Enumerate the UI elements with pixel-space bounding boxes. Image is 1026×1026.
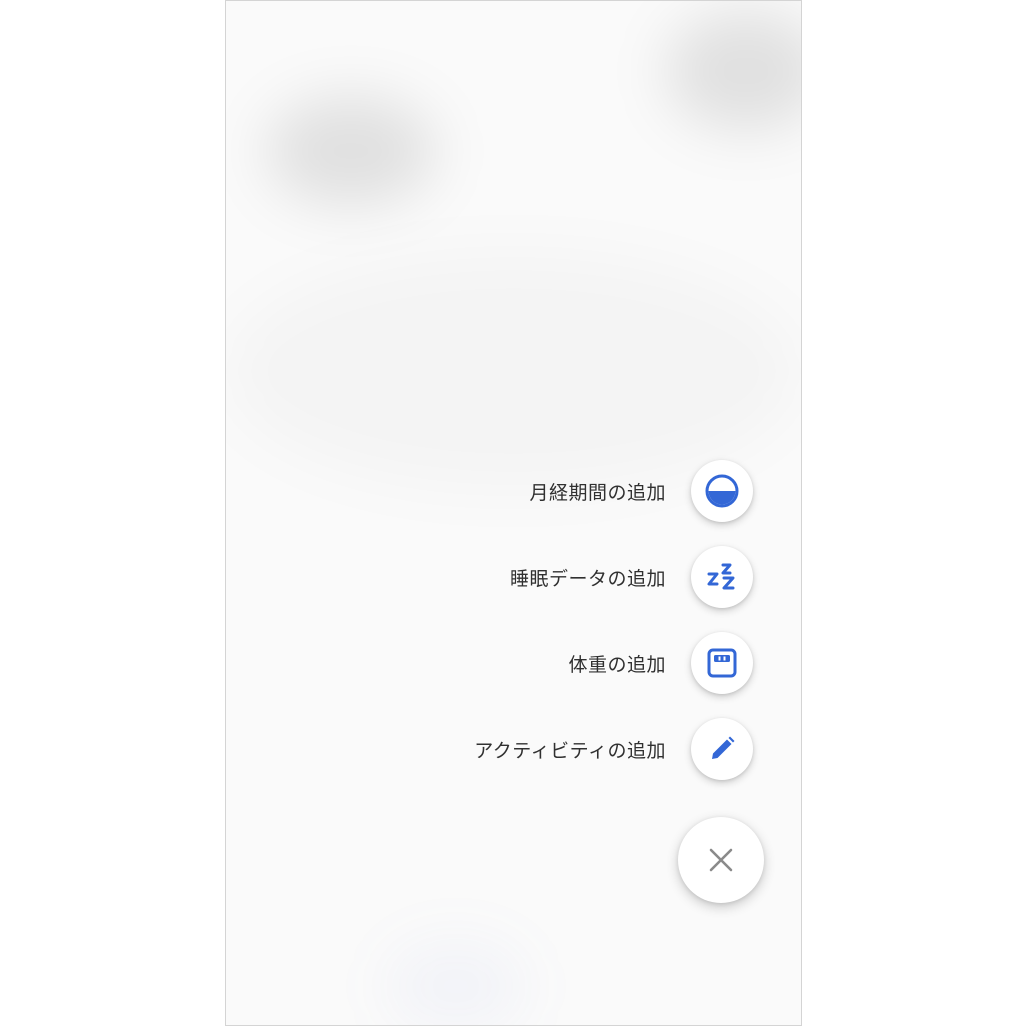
add-activity-button[interactable] xyxy=(691,718,753,780)
pencil-icon xyxy=(712,736,735,759)
blurred-background xyxy=(266,96,436,206)
blurred-background xyxy=(666,11,801,131)
blurred-background xyxy=(386,941,526,1025)
add-weight-button[interactable] xyxy=(691,632,753,694)
add-period-label: 月経期間の追加 xyxy=(529,481,666,504)
app-screen: 月経期間の追加 睡眠データの追加 体重の追加 アクティビティの追加 xyxy=(225,0,802,1026)
add-activity-option[interactable]: アクティビティの追加 xyxy=(474,718,753,780)
half-circle-icon xyxy=(705,474,739,508)
add-sleep-button[interactable] xyxy=(691,546,753,608)
add-sleep-option[interactable]: 睡眠データの追加 xyxy=(510,546,753,608)
close-button[interactable] xyxy=(678,817,764,903)
blurred-background xyxy=(226,251,801,491)
close-icon xyxy=(709,848,733,872)
add-period-option[interactable]: 月経期間の追加 xyxy=(529,460,753,522)
add-period-button[interactable] xyxy=(691,460,753,522)
add-weight-label: 体重の追加 xyxy=(568,653,666,676)
add-sleep-label: 睡眠データの追加 xyxy=(509,567,666,590)
add-activity-label: アクティビティの追加 xyxy=(474,739,666,762)
scale-icon xyxy=(707,648,737,678)
add-weight-option[interactable]: 体重の追加 xyxy=(568,632,753,694)
sleep-zzz-icon xyxy=(707,563,735,590)
